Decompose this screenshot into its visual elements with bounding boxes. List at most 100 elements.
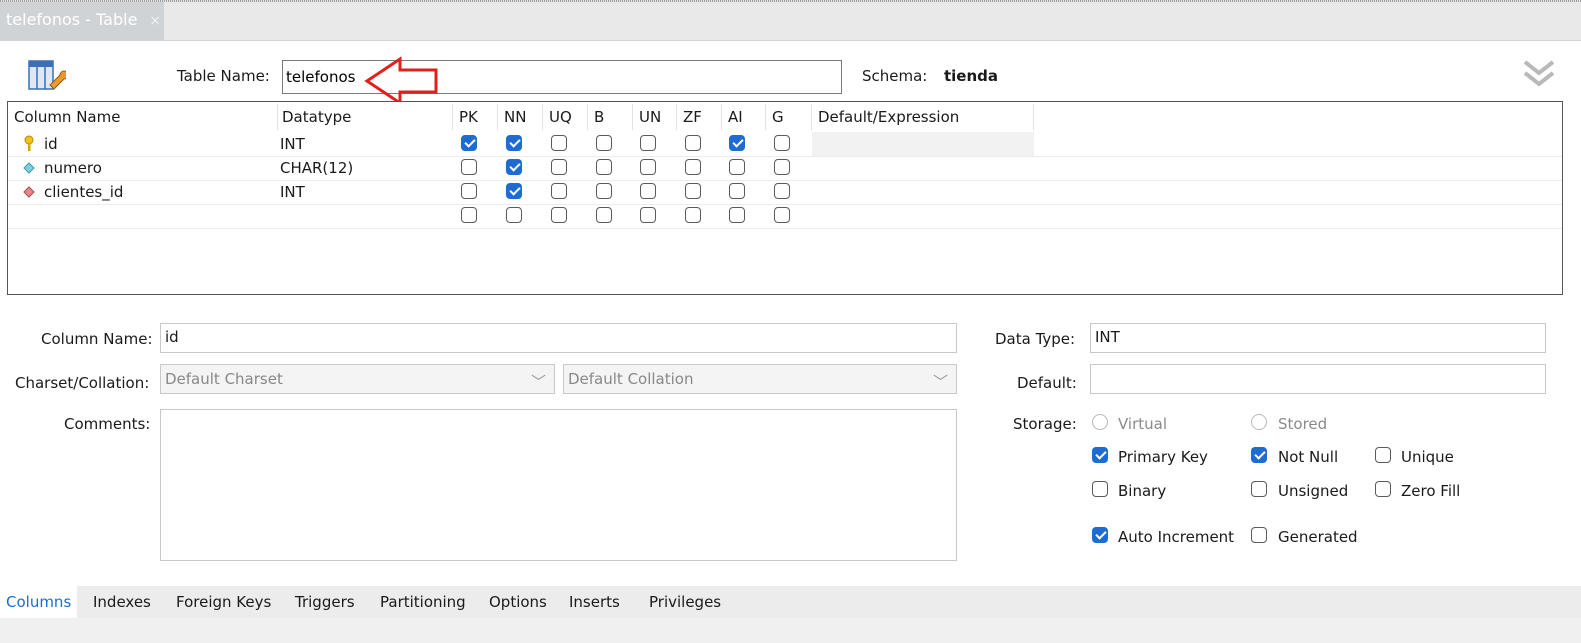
footer-area	[0, 618, 1581, 643]
primary-key-label: Primary Key	[1118, 448, 1208, 466]
header-nn[interactable]: NN	[498, 104, 543, 130]
not-null-checkbox[interactable]	[1251, 447, 1267, 463]
row-datatype[interactable]: INT	[280, 132, 305, 156]
header-column-name[interactable]: Column Name	[8, 104, 278, 130]
row-b-checkbox[interactable]	[596, 207, 612, 223]
storage-label: Storage:	[1013, 415, 1077, 433]
row-ai-checkbox[interactable]	[729, 159, 745, 175]
row-pk-checkbox[interactable]	[461, 135, 477, 151]
row-nn-checkbox[interactable]	[506, 159, 522, 175]
columns-grid[interactable]: Column Name Datatype PK NN UQ B UN ZF AI…	[7, 101, 1563, 295]
table-name-label: Table Name:	[177, 67, 270, 85]
default-field[interactable]	[1090, 364, 1546, 394]
header-b[interactable]: B	[588, 104, 633, 130]
unique-checkbox[interactable]	[1375, 447, 1391, 463]
double-chevron-down-icon[interactable]	[1522, 58, 1556, 90]
column-name-field[interactable]: id	[160, 323, 957, 353]
row-ai-checkbox[interactable]	[729, 135, 745, 151]
chevron-down-icon: ﹀	[932, 373, 948, 391]
row-g-checkbox[interactable]	[774, 207, 790, 223]
row-pk-checkbox[interactable]	[461, 207, 477, 223]
column-diamond-icon	[20, 156, 38, 180]
row-uq-checkbox[interactable]	[551, 159, 567, 175]
charset-collation-label: Charset/Collation:	[15, 374, 150, 392]
row-un-checkbox[interactable]	[640, 183, 656, 199]
zero-fill-label: Zero Fill	[1401, 482, 1461, 500]
tab-options[interactable]: Options	[489, 586, 547, 618]
auto-increment-checkbox[interactable]	[1092, 527, 1108, 543]
row-uq-checkbox[interactable]	[551, 207, 567, 223]
table-wrench-icon	[26, 55, 69, 95]
generated-checkbox[interactable]	[1251, 527, 1267, 543]
chevron-down-icon: ﹀	[530, 373, 546, 391]
row-default-cell[interactable]	[812, 132, 1034, 156]
tab-columns[interactable]: Columns	[0, 586, 78, 618]
header-zf[interactable]: ZF	[677, 104, 722, 130]
row-b-checkbox[interactable]	[596, 159, 612, 175]
column-name-label: Column Name:	[41, 330, 153, 348]
editor-tab-telefonos[interactable]: telefonos - Table ×	[0, 2, 164, 40]
comments-textarea[interactable]	[160, 409, 957, 561]
row-un-checkbox[interactable]	[640, 207, 656, 223]
column-name-value: id	[165, 328, 179, 346]
binary-checkbox[interactable]	[1092, 481, 1108, 497]
row-pk-checkbox[interactable]	[461, 183, 477, 199]
tab-partitioning[interactable]: Partitioning	[380, 586, 466, 618]
row-zf-checkbox[interactable]	[685, 207, 701, 223]
unsigned-label: Unsigned	[1278, 482, 1349, 500]
tab-close-icon[interactable]: ×	[149, 13, 161, 29]
row-b-checkbox[interactable]	[596, 183, 612, 199]
row-ai-checkbox[interactable]	[729, 183, 745, 199]
row-nn-checkbox[interactable]	[506, 207, 522, 223]
stored-radio[interactable]	[1251, 414, 1267, 430]
row-g-checkbox[interactable]	[774, 183, 790, 199]
row-datatype[interactable]: INT	[280, 180, 305, 204]
row-nn-checkbox[interactable]	[506, 183, 522, 199]
row-column-name[interactable]: numero	[44, 156, 102, 180]
row-un-checkbox[interactable]	[640, 159, 656, 175]
header-ai[interactable]: AI	[722, 104, 766, 130]
row-zf-checkbox[interactable]	[685, 183, 701, 199]
schema-value: tienda	[944, 67, 999, 85]
tab-indexes[interactable]: Indexes	[93, 586, 151, 618]
row-g-checkbox[interactable]	[774, 135, 790, 151]
row-ai-checkbox[interactable]	[729, 207, 745, 223]
charset-value: Default Charset	[165, 370, 283, 388]
generated-label: Generated	[1278, 528, 1358, 546]
header-datatype[interactable]: Datatype	[276, 104, 453, 130]
row-datatype[interactable]: CHAR(12)	[280, 156, 353, 180]
row-zf-checkbox[interactable]	[685, 159, 701, 175]
row-zf-checkbox[interactable]	[685, 135, 701, 151]
collation-select[interactable]: Default Collation ﹀	[563, 364, 957, 394]
primary-key-checkbox[interactable]	[1092, 447, 1108, 463]
row-column-name[interactable]: clientes_id	[44, 180, 123, 204]
unsigned-checkbox[interactable]	[1251, 481, 1267, 497]
tab-inserts[interactable]: Inserts	[569, 586, 620, 618]
header-un[interactable]: UN	[633, 104, 677, 130]
row-uq-checkbox[interactable]	[551, 183, 567, 199]
data-type-field[interactable]: INT	[1090, 323, 1546, 353]
tab-triggers[interactable]: Triggers	[295, 586, 355, 618]
header-g[interactable]: G	[766, 104, 812, 130]
tab-foreign-keys[interactable]: Foreign Keys	[176, 586, 271, 618]
row-column-name[interactable]: id	[44, 132, 58, 156]
tab-privileges[interactable]: Privileges	[649, 586, 721, 618]
charset-select[interactable]: Default Charset ﹀	[160, 364, 555, 394]
virtual-radio[interactable]	[1092, 414, 1108, 430]
row-nn-checkbox[interactable]	[506, 135, 522, 151]
row-uq-checkbox[interactable]	[551, 135, 567, 151]
row-pk-checkbox[interactable]	[461, 159, 477, 175]
annotation-arrow-icon	[364, 56, 440, 106]
editor-tab-strip	[0, 0, 1581, 41]
header-pk[interactable]: PK	[453, 104, 498, 130]
primary-key-icon	[20, 132, 38, 156]
zero-fill-checkbox[interactable]	[1375, 481, 1391, 497]
row-g-checkbox[interactable]	[774, 159, 790, 175]
not-null-label: Not Null	[1278, 448, 1339, 466]
header-uq[interactable]: UQ	[543, 104, 588, 130]
row-un-checkbox[interactable]	[640, 135, 656, 151]
collation-value: Default Collation	[568, 370, 694, 388]
row-b-checkbox[interactable]	[596, 135, 612, 151]
bottom-tab-bar: Columns Indexes Foreign Keys Triggers Pa…	[0, 586, 1581, 618]
header-default-expression[interactable]: Default/Expression	[812, 104, 1034, 130]
